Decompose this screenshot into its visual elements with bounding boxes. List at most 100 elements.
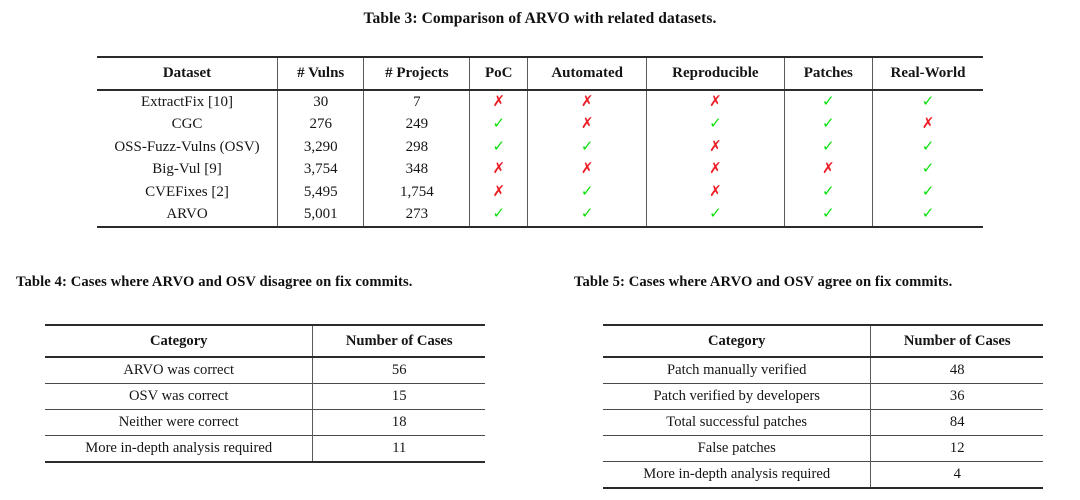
- cell-category: False patches: [603, 435, 871, 462]
- cell-patches: ✗: [783, 158, 873, 181]
- check-icon: ✓: [821, 181, 835, 200]
- cell-realworld: ✓: [871, 136, 983, 159]
- cell-projects: 348: [363, 158, 470, 181]
- table5-col-category: Category: [707, 332, 766, 349]
- disagree-cases-table: Category Number of Cases ARVO was correc…: [45, 324, 485, 463]
- table-row: Patch verified by developers 36: [603, 383, 1043, 410]
- cell-realworld: ✓: [871, 90, 983, 114]
- table3-col-realworld: Real-World: [871, 57, 983, 90]
- check-icon: ✓: [821, 91, 835, 110]
- cell-poc: ✗: [469, 158, 528, 181]
- check-icon: ✓: [821, 204, 835, 223]
- table5-col-count: Number of Cases: [870, 325, 1043, 357]
- cell-dataset: Big-Vul [9]: [152, 161, 222, 178]
- cross-icon: ✗: [580, 114, 594, 133]
- cell-reproducible: ✗: [646, 136, 785, 159]
- cell-dataset: ARVO: [166, 206, 208, 223]
- cell-reproducible: ✗: [646, 181, 785, 204]
- cell-automated: ✗: [527, 90, 647, 114]
- cell-category: ARVO was correct: [123, 362, 235, 378]
- cell-reproducible: ✓: [646, 113, 785, 136]
- cell-projects: 273: [363, 203, 470, 227]
- table-row: Total successful patches 84: [603, 409, 1043, 436]
- cell-automated: ✓: [527, 181, 647, 204]
- check-icon: ✓: [921, 91, 935, 110]
- cross-icon: ✗: [821, 159, 835, 178]
- table4-header-row: Category Number of Cases: [45, 325, 485, 357]
- cell-realworld: ✓: [871, 181, 983, 204]
- cross-icon: ✗: [709, 136, 722, 155]
- cell-count: 36: [870, 383, 1043, 410]
- table3-body: ExtractFix [10] 30 7 ✗ ✗ ✗ ✓ ✓ CGC 276 249 ✓ ✗ ✓ ✓ ✗ OSS…: [97, 90, 983, 227]
- check-icon: ✓: [821, 114, 835, 133]
- cell-poc: ✗: [469, 90, 528, 114]
- cell-projects: 7: [363, 90, 470, 114]
- cross-icon: ✗: [709, 181, 722, 200]
- cell-automated: ✗: [527, 158, 647, 181]
- cell-reproducible: ✗: [646, 158, 785, 181]
- table-row: Big-Vul [9] 3,754 348 ✗ ✗ ✗ ✗ ✓: [97, 158, 983, 181]
- table5-header-row: Category Number of Cases: [603, 325, 1043, 357]
- comparison-table: Dataset # Vulns # Projects PoC Automated…: [97, 56, 983, 228]
- check-icon: ✓: [921, 159, 935, 178]
- cross-icon: ✗: [492, 91, 506, 110]
- check-icon: ✓: [921, 136, 935, 155]
- cell-poc: ✓: [469, 113, 528, 136]
- table-row: ExtractFix [10] 30 7 ✗ ✗ ✗ ✓ ✓: [97, 90, 983, 114]
- cell-poc: ✓: [469, 136, 528, 159]
- cell-category: OSV was correct: [45, 383, 313, 410]
- table-row: ARVO was correct 56: [45, 357, 485, 384]
- table3-col-vulns: # Vulns: [277, 57, 364, 90]
- table3-col-automated: Automated: [527, 57, 647, 90]
- table5-caption: Table 5: Cases where ARVO and OSV agree …: [574, 274, 953, 290]
- cell-category: More in-depth analysis required: [603, 461, 871, 488]
- cell-count: 12: [870, 435, 1043, 462]
- table4-caption: Table 4: Cases where ARVO and OSV disagr…: [16, 274, 413, 290]
- table-row: False patches 12: [603, 435, 1043, 462]
- cell-reproducible: ✓: [646, 203, 785, 227]
- table-row: OSV was correct 15: [45, 383, 485, 410]
- cell-vulns: 5,495: [277, 181, 364, 204]
- cell-count: 11: [312, 435, 485, 462]
- check-icon: ✓: [821, 136, 835, 155]
- table4-col-count: Number of Cases: [312, 325, 485, 357]
- cell-projects: 249: [363, 113, 470, 136]
- cell-poc: ✓: [469, 203, 528, 227]
- check-icon: ✓: [492, 114, 506, 133]
- cross-icon: ✗: [580, 91, 594, 110]
- table5-body: Patch manually verified 48 Patch verified …: [603, 357, 1043, 488]
- cell-patches: ✓: [783, 136, 873, 159]
- check-icon: ✓: [580, 204, 594, 223]
- check-icon: ✓: [921, 204, 935, 223]
- cell-vulns: 5,001: [277, 203, 364, 227]
- cell-patches: ✓: [783, 90, 873, 114]
- cell-automated: ✓: [527, 136, 647, 159]
- cell-count: 18: [312, 409, 485, 436]
- table-row: Patch manually verified 48: [603, 357, 1043, 384]
- cross-icon: ✗: [709, 91, 722, 110]
- table3-header-row: Dataset # Vulns # Projects PoC Automated…: [97, 57, 983, 90]
- cell-vulns: 276: [277, 113, 364, 136]
- cell-count: 84: [870, 409, 1043, 436]
- cell-category: Neither were correct: [45, 409, 313, 436]
- table-row: More in-depth analysis required 11: [45, 435, 485, 462]
- cell-count: 56: [312, 357, 485, 384]
- table-row: CVEFixes [2] 5,495 1,754 ✗ ✓ ✗ ✓ ✓: [97, 181, 983, 204]
- cell-patches: ✓: [783, 113, 873, 136]
- table3-col-poc: PoC: [469, 57, 528, 90]
- cell-count: 4: [870, 461, 1043, 488]
- table3-col-projects: # Projects: [363, 57, 470, 90]
- check-icon: ✓: [709, 114, 722, 133]
- check-icon: ✓: [921, 181, 935, 200]
- table3-col-patches: Patches: [783, 57, 873, 90]
- cell-count: 48: [870, 357, 1043, 384]
- cell-poc: ✗: [469, 181, 528, 204]
- table4-body: ARVO was correct 56 OSV was correct 15 Neith…: [45, 357, 485, 462]
- cell-projects: 1,754: [363, 181, 470, 204]
- cell-category: Total successful patches: [603, 409, 871, 436]
- cell-dataset: CVEFixes [2]: [145, 183, 229, 200]
- check-icon: ✓: [492, 136, 506, 155]
- agree-cases-table: Category Number of Cases Patch manually …: [603, 324, 1043, 489]
- cross-icon: ✗: [492, 181, 506, 200]
- cell-patches: ✓: [783, 203, 873, 227]
